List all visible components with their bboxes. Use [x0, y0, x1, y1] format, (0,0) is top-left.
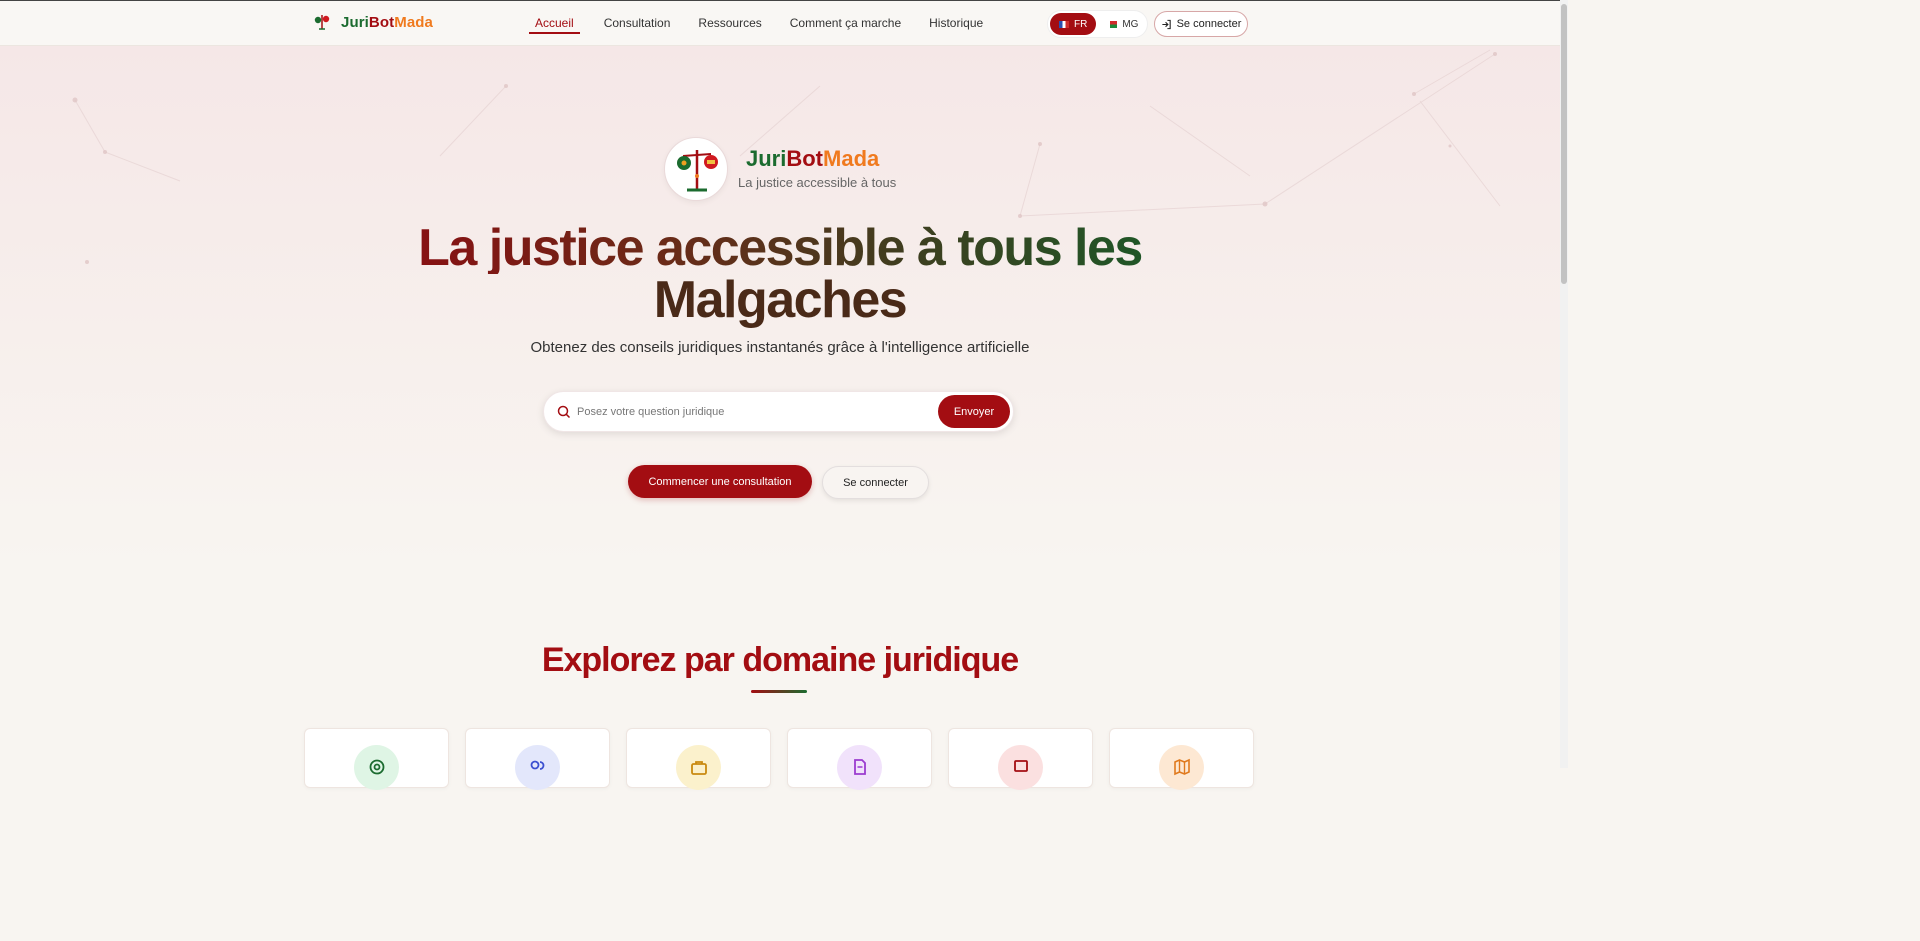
domain-card-2[interactable] [465, 728, 610, 790]
hero-scales-logo [664, 137, 728, 201]
nav-login-label: Se connecter [1176, 18, 1242, 30]
search-icon [557, 405, 571, 419]
domain-card-1[interactable] [304, 728, 449, 790]
login-icon [1161, 19, 1171, 29]
headline-line-2: Malgaches [653, 271, 908, 329]
briefcase-icon [676, 745, 721, 790]
main-menu: Accueil Consultation Ressources Comment … [529, 1, 997, 46]
start-consultation-button[interactable]: Commencer une consultation [628, 465, 812, 498]
brand-logo-link[interactable]: JuriBotMada [313, 13, 433, 31]
document-icon [837, 745, 882, 790]
scrollbar-thumb[interactable] [1561, 4, 1567, 284]
hero-section: JuriBotMada La justice accessible à tous… [0, 46, 1560, 566]
lang-mg-button[interactable]: MG [1098, 13, 1147, 35]
nav-item-comment-ca-marche[interactable]: Comment ça marche [776, 1, 915, 46]
brand-name: JuriBotMada [341, 14, 433, 31]
nav-item-consultation[interactable]: Consultation [590, 1, 685, 46]
scales-logo-icon [314, 15, 330, 30]
users-icon [515, 745, 560, 790]
hero-tagline: La justice accessible à tous [738, 175, 897, 190]
legal-question-search-bar: Envoyer [543, 391, 1014, 432]
france-flag-icon [1059, 20, 1069, 28]
monitor-icon [998, 745, 1043, 790]
hero-brand-name: JuriBotMada [746, 146, 879, 172]
nav-login-button[interactable]: Se connecter [1154, 11, 1248, 37]
domain-card-6[interactable] [1109, 728, 1254, 790]
top-navbar: JuriBotMada Accueil Consultation Ressour… [0, 1, 1560, 46]
hero-brand-mada: Mada [823, 146, 880, 171]
map-icon [1159, 745, 1204, 790]
page-scrollbar[interactable] [1560, 0, 1568, 768]
hero-login-button[interactable]: Se connecter [822, 466, 929, 499]
brand-juri: Juri [341, 13, 369, 31]
headline-line-1: La justice accessible à tous les [380, 222, 1180, 274]
hero-brand-bot: Bot [786, 146, 824, 171]
question-input[interactable] [577, 401, 932, 423]
hero-headline: La justice accessible à tous les Malgach… [380, 222, 1180, 326]
domains-section-title: Explorez par domaine juridique [541, 641, 1019, 679]
nav-item-historique[interactable]: Historique [915, 1, 997, 46]
domain-card-4[interactable] [787, 728, 932, 790]
title-underline-decoration [751, 690, 807, 693]
language-switcher: FR MG [1047, 10, 1148, 38]
nav-item-ressources[interactable]: Ressources [684, 1, 775, 46]
domain-card-3[interactable] [626, 728, 771, 790]
hero-brand-juri: Juri [746, 146, 787, 171]
brand-mada: Mada [394, 13, 433, 31]
hero-subtitle: Obtenez des conseils juridiques instanta… [530, 339, 1030, 356]
scales-of-justice-icon [677, 150, 718, 192]
lang-fr-label: FR [1074, 18, 1088, 30]
lang-fr-button[interactable]: FR [1050, 13, 1097, 35]
nav-item-accueil[interactable]: Accueil [529, 1, 580, 46]
madagascar-flag-icon [1107, 20, 1118, 28]
send-button[interactable]: Envoyer [938, 395, 1010, 428]
target-icon [354, 745, 399, 790]
lang-mg-label: MG [1122, 18, 1139, 30]
domain-card-5[interactable] [948, 728, 1093, 790]
brand-bot: Bot [368, 13, 395, 31]
